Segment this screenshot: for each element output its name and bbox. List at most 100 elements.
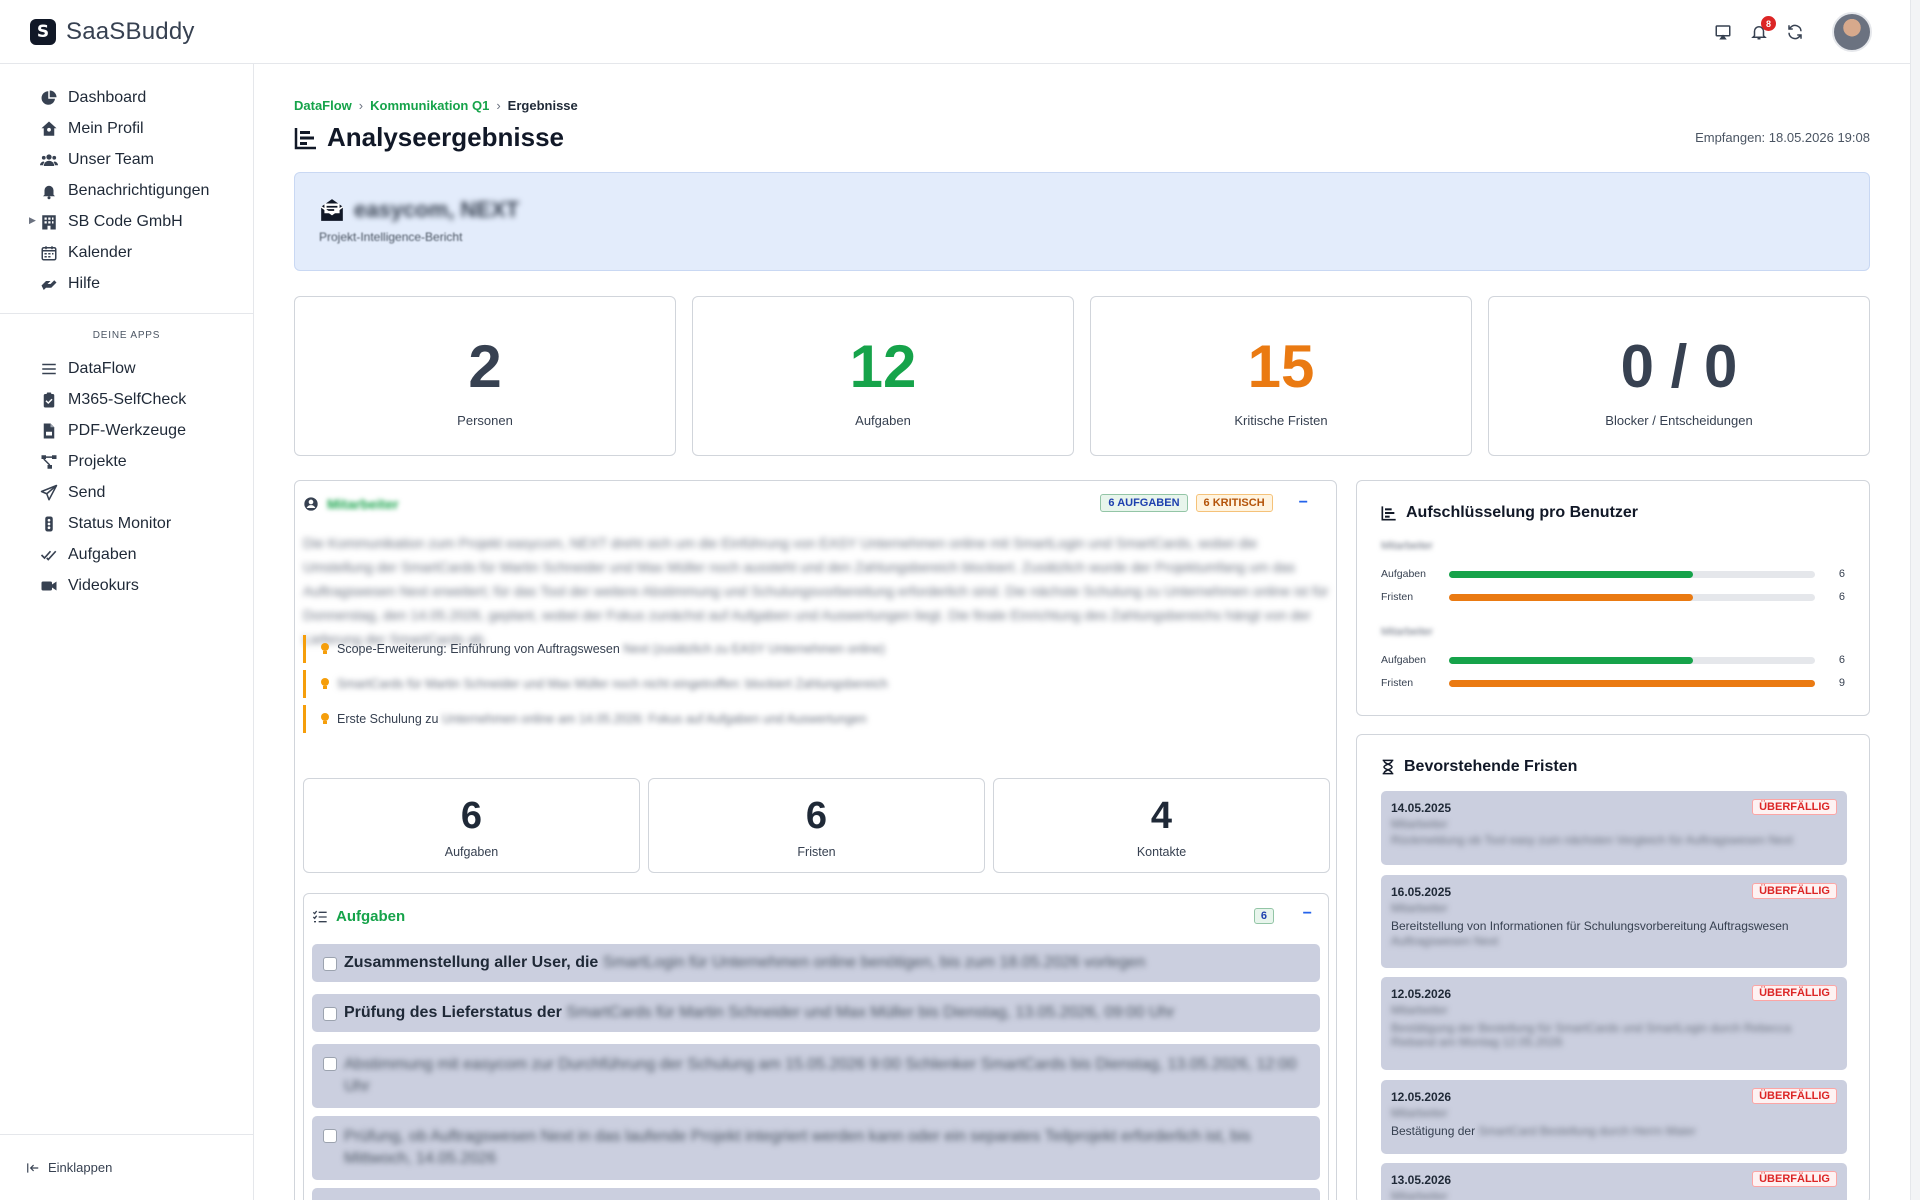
sidebar-item-send[interactable]: Send <box>0 477 253 508</box>
person-card: Mitarbeiter 6 AUFGABEN 6 KRITISCH − Die … <box>294 480 1337 1200</box>
sidebar-item-videocourse[interactable]: Videokurs <box>0 570 253 601</box>
logo-icon: S <box>30 19 56 45</box>
mini-stat-label: Aufgaben <box>444 845 499 859</box>
deadlines-title: Bevorstehende Fristen <box>1381 758 1577 776</box>
sidebar-item-label: Status Monitor <box>68 514 172 532</box>
video-icon <box>41 581 57 590</box>
breakdown-user-name: Mitarbeiter <box>1381 540 1433 552</box>
breakdown-bar-row: Fristen 6 <box>1381 590 1845 604</box>
bar-track <box>1449 570 1815 578</box>
deadline-text: Bestätigung der SmartCard Bestellung dur… <box>1391 1124 1837 1138</box>
deadline-item[interactable]: 12.05.2026 ÜBERFÄLLIG Mitarbeiter Bestät… <box>1381 977 1847 1070</box>
task-text: Prüfung des Lieferstatus der <box>344 1004 562 1021</box>
brand[interactable]: S SaaSBuddy <box>30 18 195 46</box>
chart-pie-icon <box>41 90 57 105</box>
mini-stat-label: Kontakte <box>1136 845 1187 859</box>
collapse-sidebar-button[interactable]: Einklappen <box>0 1134 254 1200</box>
task-checkbox[interactable] <box>323 1057 337 1071</box>
sidebar-item-dataflow[interactable]: DataFlow <box>0 353 253 384</box>
collapse-left-icon <box>27 1162 39 1173</box>
sidebar-item-pdf[interactable]: PDF-Werkzeuge <box>0 415 253 446</box>
banner-title: easycom, NEXT <box>354 197 520 222</box>
project-diagram-icon <box>41 454 57 469</box>
calendar-icon <box>41 245 57 260</box>
overdue-badge: ÜBERFÄLLIG <box>1752 985 1837 1001</box>
person-name: Mitarbeiter <box>327 496 399 512</box>
deadline-item[interactable]: 14.05.2025 ÜBERFÄLLIG Mitarbeiter Rückme… <box>1381 791 1847 865</box>
breakdown-card: Aufschlüsselung pro Benutzer Mitarbeiter… <box>1356 480 1870 716</box>
bell-icon[interactable]: 8 <box>1748 16 1776 43</box>
sidebar-item-calendar[interactable]: Kalender <box>0 237 253 268</box>
sidebar-item-help[interactable]: Hilfe <box>0 268 253 299</box>
stat-value: 12 <box>849 333 917 400</box>
hourglass-icon <box>1382 759 1394 775</box>
bar-label: Fristen <box>1381 591 1414 603</box>
deadline-text-hidden: Rückmeldung ob Tool easy zum nächsten Ve… <box>1391 833 1793 847</box>
stat-label: Blocker / Entscheidungen <box>1605 413 1753 428</box>
sidebar-item-m365[interactable]: M365-SelfCheck <box>0 384 253 415</box>
task-checkbox[interactable] <box>323 1129 337 1143</box>
bar-fill <box>1449 656 1694 664</box>
sidebar-item-company[interactable]: ▶ SB Code GmbH <box>0 206 253 237</box>
page-title-text: Analyseergebnisse <box>327 122 565 152</box>
sidebar-item-label: Kalender <box>68 243 133 261</box>
highlight-item: Erste Schulung zu Unternehmen online am … <box>303 705 1323 733</box>
breadcrumb-link-kommunikation[interactable]: Kommunikation Q1 <box>370 98 489 113</box>
deadline-item[interactable]: 12.05.2026 ÜBERFÄLLIG Mitarbeiter Bestät… <box>1381 1080 1847 1154</box>
bar-track <box>1449 656 1815 664</box>
overdue-badge: ÜBERFÄLLIG <box>1752 883 1837 899</box>
task-text: Zusammenstellung aller User, die <box>344 954 599 971</box>
refresh-icon[interactable] <box>1784 21 1806 43</box>
sidebar-item-status-monitor[interactable]: Status Monitor <box>0 508 253 539</box>
sidebar-item-notifications[interactable]: Benachrichtigungen <box>0 175 253 206</box>
chevron-right-icon[interactable]: ▶ <box>29 215 36 226</box>
sidebar-item-projects[interactable]: Projekte <box>0 446 253 477</box>
bar-track <box>1449 679 1815 687</box>
tasks-title: Aufgaben <box>336 908 406 925</box>
collapse-tasks-button[interactable]: − <box>1303 905 1312 923</box>
lightbulb-icon <box>321 713 329 724</box>
task-checkbox[interactable] <box>323 957 337 971</box>
breakdown-title: Aufschlüsselung pro Benutzer <box>1381 504 1638 522</box>
chart-bar-icon <box>1381 506 1396 521</box>
chart-bar-icon <box>294 127 316 149</box>
highlight-item: SmartCards für Martin Schneider und Max … <box>303 670 1323 698</box>
avatar[interactable] <box>1832 12 1872 52</box>
task-checkbox[interactable] <box>323 1007 337 1021</box>
cast-icon[interactable] <box>1712 21 1734 43</box>
building-icon <box>42 214 56 229</box>
stat-label: Personen <box>457 413 513 428</box>
sidebar-item-label: Mein Profil <box>68 119 144 137</box>
bar-fill <box>1449 679 1815 687</box>
lightbulb-icon <box>321 643 329 654</box>
breadcrumb-separator: › <box>496 98 501 113</box>
breadcrumb: DataFlow › Kommunikation Q1 › Ergebnisse <box>294 98 578 113</box>
collapse-person-button[interactable]: − <box>1299 494 1308 512</box>
highlight-text-hidden: SmartCards für Martin Schneider und Max … <box>337 677 888 691</box>
critical-badge: 6 KRITISCH <box>1195 494 1273 512</box>
task-text-hidden: Prüfung, ob Auftragswesen Next in das la… <box>344 1128 1251 1167</box>
sidebar-item-label: Send <box>68 483 106 501</box>
mini-stat-value: 6 <box>460 795 483 837</box>
users-icon <box>40 153 58 166</box>
task-item <box>312 1188 1320 1200</box>
sidebar-item-tasks[interactable]: Aufgaben <box>0 539 253 570</box>
task-item: Prüfung des Lieferstatus der SmartCards … <box>312 994 1320 1032</box>
sidebar-item-profile[interactable]: Mein Profil <box>0 113 253 144</box>
sidebar-item-label: SB Code GmbH <box>68 212 183 230</box>
deadline-item[interactable]: 13.05.2026 ÜBERFÄLLIG Mitarbeiter <box>1381 1163 1847 1200</box>
breadcrumb-current: Ergebnisse <box>507 98 578 113</box>
tasks-count-badge: 6 <box>1253 908 1274 924</box>
stat-label: Kritische Fristen <box>1234 413 1328 428</box>
bar-label: Aufgaben <box>1381 654 1426 666</box>
deadline-item[interactable]: 16.05.2025 ÜBERFÄLLIG Mitarbeiter Bereit… <box>1381 875 1847 968</box>
sidebar-item-dashboard[interactable]: Dashboard <box>0 82 253 113</box>
page-scrollbar[interactable] <box>1910 0 1920 1200</box>
task-item: Prüfung, ob Auftragswesen Next in das la… <box>312 1116 1320 1180</box>
breadcrumb-separator: › <box>358 98 364 113</box>
task-text-hidden: Abstimmung mit easycom zur Durchführung … <box>344 1056 1297 1095</box>
envelope-open-icon <box>320 199 344 221</box>
breadcrumb-link-dataflow[interactable]: DataFlow <box>294 98 352 113</box>
sidebar-item-label: Benachrichtigungen <box>68 181 210 199</box>
sidebar-item-team[interactable]: Unser Team <box>0 144 253 175</box>
